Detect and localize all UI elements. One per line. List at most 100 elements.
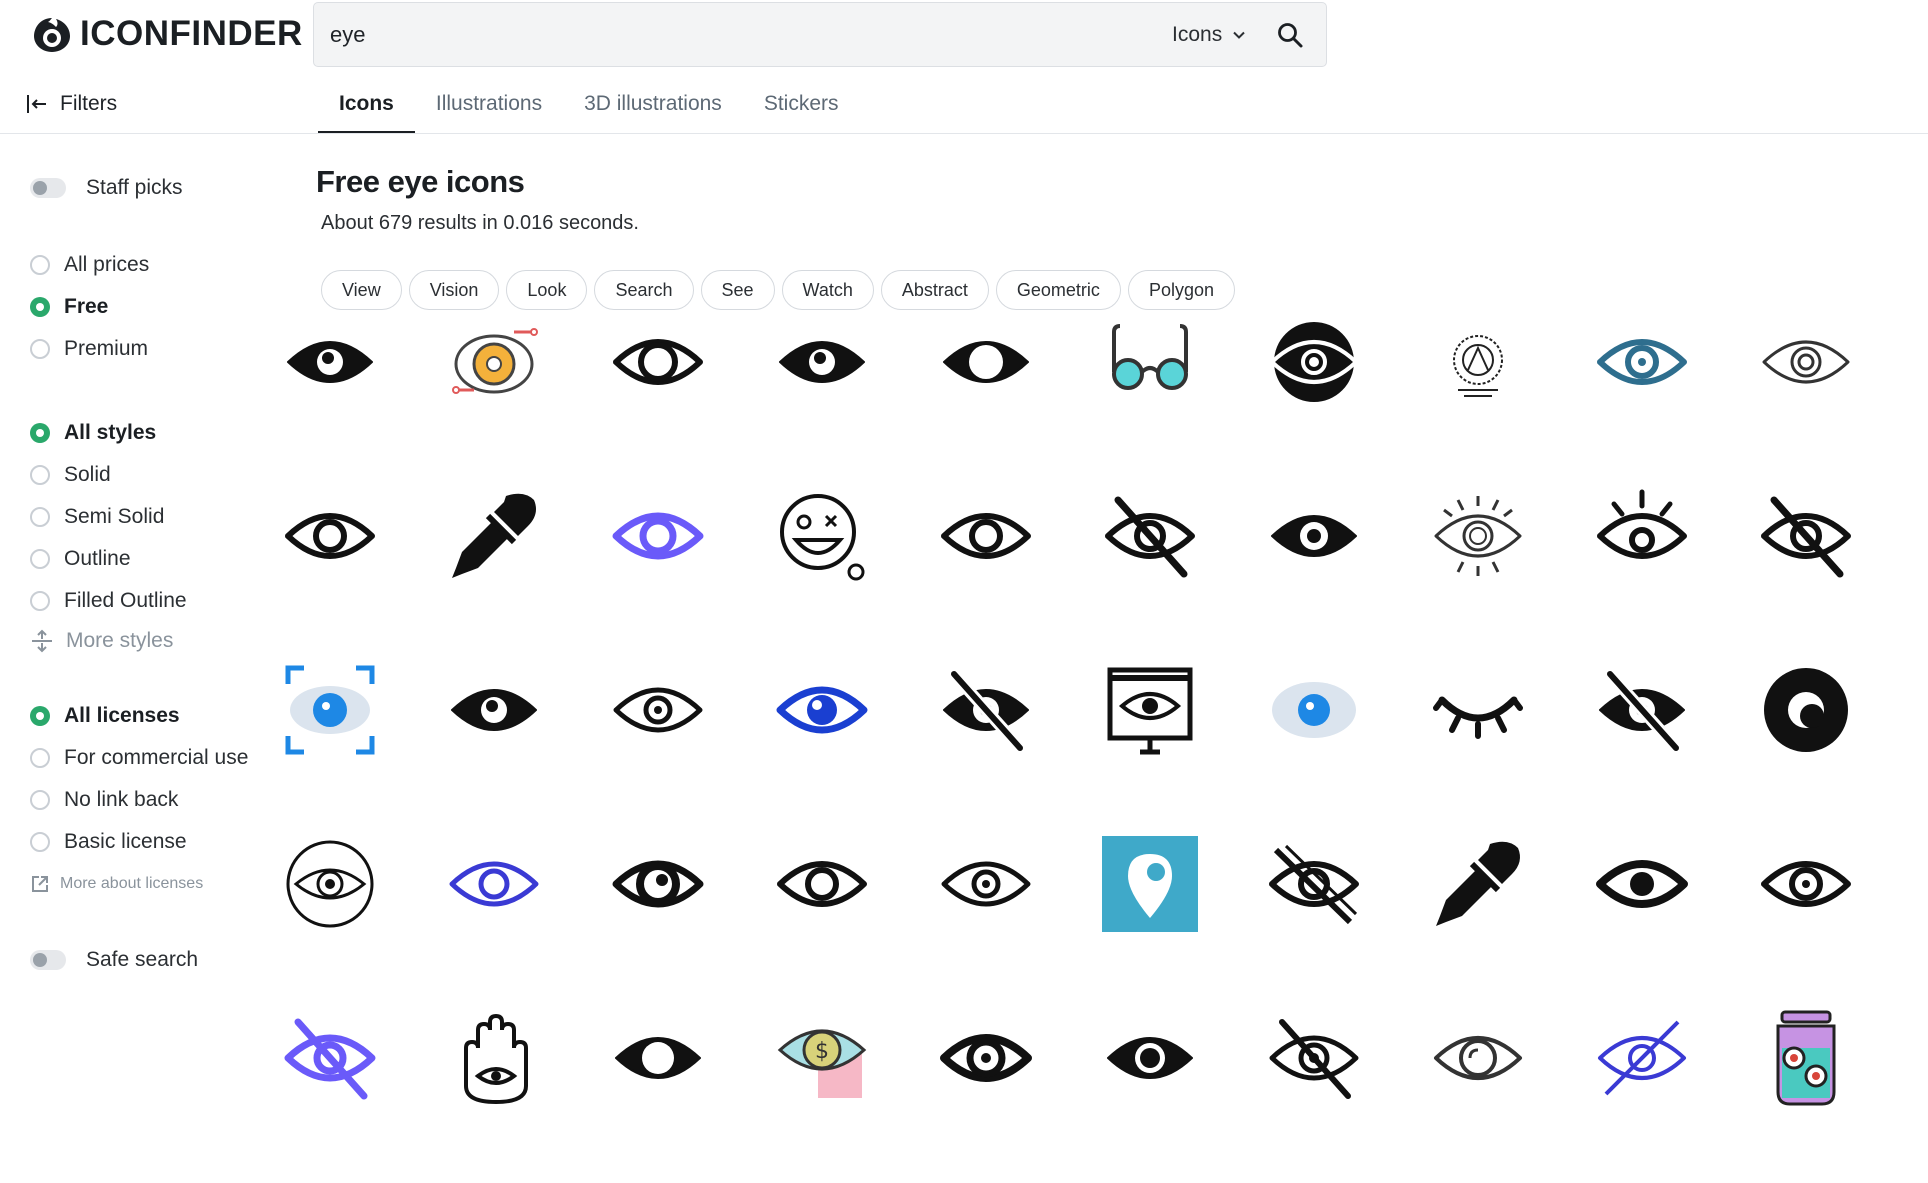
icon-result[interactable] bbox=[1577, 471, 1707, 601]
radio-button[interactable] bbox=[30, 832, 50, 852]
radio-button[interactable] bbox=[30, 297, 50, 317]
icon-result[interactable] bbox=[265, 471, 395, 601]
icon-result[interactable] bbox=[921, 471, 1051, 601]
icon-result[interactable] bbox=[429, 645, 559, 775]
icon-result[interactable] bbox=[1741, 993, 1871, 1123]
icon-result[interactable] bbox=[921, 993, 1051, 1123]
icon-result[interactable] bbox=[1085, 819, 1215, 949]
radio-button[interactable] bbox=[30, 790, 50, 810]
icon-result[interactable] bbox=[593, 993, 723, 1123]
icon-result[interactable] bbox=[1085, 645, 1215, 775]
license-option-no-link-back[interactable]: No link back bbox=[30, 788, 178, 812]
icon-result[interactable] bbox=[921, 819, 1051, 949]
icon-result[interactable] bbox=[1413, 471, 1543, 601]
icon-result[interactable] bbox=[593, 645, 723, 775]
eye-slash-solid-icon bbox=[1599, 667, 1685, 755]
search-input[interactable] bbox=[330, 17, 1130, 53]
icon-result[interactable] bbox=[1413, 993, 1543, 1123]
style-option-filled-outline[interactable]: Filled Outline bbox=[30, 589, 187, 613]
tab-3d-illustrations[interactable]: 3D illustrations bbox=[563, 80, 743, 134]
icon-result[interactable] bbox=[1085, 297, 1215, 427]
icon-result[interactable] bbox=[1249, 993, 1379, 1123]
icon-result[interactable] bbox=[1249, 645, 1379, 775]
icon-result[interactable] bbox=[593, 471, 723, 601]
icon-result[interactable] bbox=[429, 993, 559, 1123]
license-option-basic[interactable]: Basic license bbox=[30, 830, 187, 854]
license-option-commercial[interactable]: For commercial use bbox=[30, 746, 248, 770]
radio-button[interactable] bbox=[30, 549, 50, 569]
icon-result[interactable] bbox=[429, 819, 559, 949]
icon-result[interactable] bbox=[757, 471, 887, 601]
radio-button[interactable] bbox=[30, 423, 50, 443]
style-option-all[interactable]: All styles bbox=[30, 421, 156, 445]
icon-result[interactable] bbox=[1577, 297, 1707, 427]
radio-button[interactable] bbox=[30, 507, 50, 527]
radio-button[interactable] bbox=[30, 465, 50, 485]
icon-result[interactable]: $ bbox=[757, 993, 887, 1123]
search-type-select[interactable]: Icons bbox=[1172, 17, 1246, 53]
icon-result[interactable] bbox=[1249, 297, 1379, 427]
icon-result[interactable] bbox=[1577, 993, 1707, 1123]
icon-result[interactable] bbox=[1577, 645, 1707, 775]
icon-result[interactable] bbox=[921, 297, 1051, 427]
eye-solid-large-icon bbox=[615, 1037, 701, 1079]
option-label: All prices bbox=[64, 253, 150, 276]
tab-icons[interactable]: Icons bbox=[318, 80, 415, 134]
radio-button[interactable] bbox=[30, 255, 50, 275]
option-label: Semi Solid bbox=[64, 505, 165, 528]
icon-result[interactable] bbox=[757, 297, 887, 427]
logo[interactable]: ICONFINDER bbox=[30, 10, 303, 58]
eye-purple-icon bbox=[612, 512, 704, 560]
tab-illustrations[interactable]: Illustrations bbox=[415, 80, 563, 134]
icon-result[interactable] bbox=[921, 645, 1051, 775]
toggle-switch[interactable] bbox=[30, 950, 66, 970]
icon-result[interactable] bbox=[757, 645, 887, 775]
safe-search-toggle[interactable]: Safe search bbox=[30, 948, 198, 972]
radio-button[interactable] bbox=[30, 591, 50, 611]
option-label: Premium bbox=[64, 337, 149, 360]
price-option-free[interactable]: Free bbox=[30, 295, 108, 319]
icon-result[interactable] bbox=[593, 297, 723, 427]
icon-result[interactable] bbox=[1085, 993, 1215, 1123]
icon-result[interactable] bbox=[1249, 471, 1379, 601]
icon-result[interactable] bbox=[265, 297, 395, 427]
toggle-switch[interactable] bbox=[30, 178, 66, 198]
style-option-solid[interactable]: Solid bbox=[30, 463, 111, 487]
external-link-icon bbox=[32, 876, 48, 892]
eye-circle-badge-icon bbox=[1270, 322, 1358, 402]
icon-result[interactable] bbox=[1577, 819, 1707, 949]
icon-result[interactable] bbox=[1741, 471, 1871, 601]
icon-result[interactable] bbox=[1413, 645, 1543, 775]
style-option-outline[interactable]: Outline bbox=[30, 547, 131, 571]
license-option-all[interactable]: All licenses bbox=[30, 704, 180, 728]
icon-result[interactable] bbox=[429, 297, 559, 427]
icon-result[interactable] bbox=[265, 645, 395, 775]
tab-stickers[interactable]: Stickers bbox=[743, 80, 860, 134]
price-option-all[interactable]: All prices bbox=[30, 253, 149, 277]
icon-result[interactable] bbox=[1413, 819, 1543, 949]
more-about-licenses-link[interactable]: More about licenses bbox=[30, 874, 203, 894]
icon-result[interactable] bbox=[429, 471, 559, 601]
search-button[interactable] bbox=[1272, 17, 1308, 53]
radio-button[interactable] bbox=[30, 339, 50, 359]
icon-result[interactable] bbox=[1741, 297, 1871, 427]
icon-result[interactable] bbox=[1085, 471, 1215, 601]
icon-result[interactable] bbox=[757, 819, 887, 949]
icon-result[interactable] bbox=[593, 819, 723, 949]
icon-result[interactable] bbox=[265, 993, 395, 1123]
radio-button[interactable] bbox=[30, 706, 50, 726]
radio-button[interactable] bbox=[30, 748, 50, 768]
icon-result[interactable] bbox=[1741, 819, 1871, 949]
icon-result[interactable] bbox=[1249, 819, 1379, 949]
eye-bold-ring-icon bbox=[612, 860, 704, 908]
icon-result[interactable] bbox=[265, 819, 395, 949]
icon-result[interactable] bbox=[1413, 297, 1543, 427]
eye-closed-icon bbox=[1433, 696, 1523, 739]
more-styles-link[interactable]: More styles bbox=[30, 629, 173, 653]
style-option-semi-solid[interactable]: Semi Solid bbox=[30, 505, 164, 529]
staff-picks-toggle[interactable]: Staff picks bbox=[30, 176, 183, 200]
icon-result[interactable] bbox=[1741, 645, 1871, 775]
filters-toggle[interactable]: Filters bbox=[26, 92, 117, 116]
price-option-premium[interactable]: Premium bbox=[30, 337, 148, 361]
tab-label: Stickers bbox=[763, 92, 839, 115]
